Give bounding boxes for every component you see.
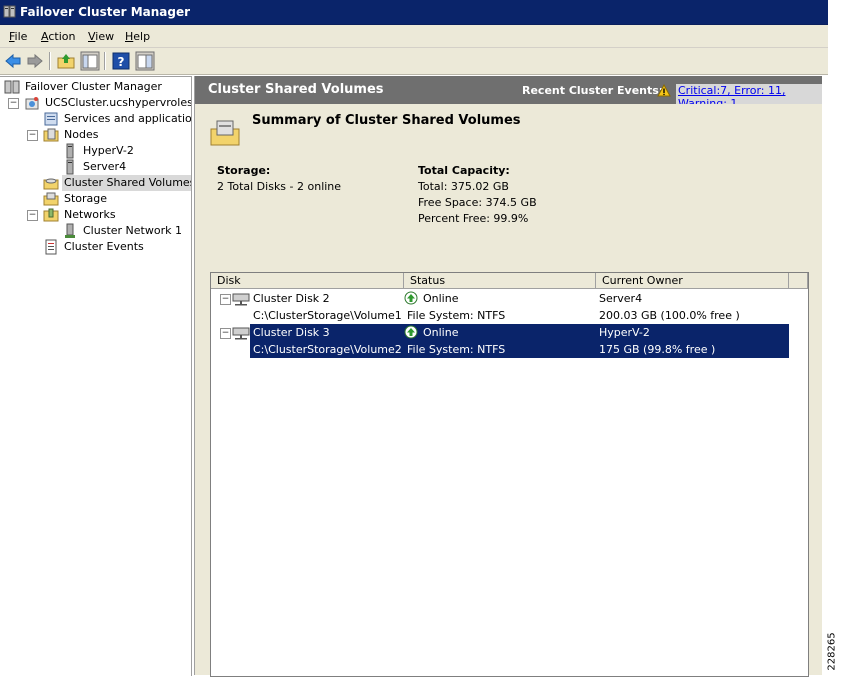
- disk-status: Online: [423, 326, 459, 339]
- column-header-owner[interactable]: Current Owner: [596, 273, 789, 289]
- table-row-selected[interactable]: Cluster Disk 3 Online HyperV-2: [211, 324, 808, 341]
- disk-name: Cluster Disk 2: [253, 292, 330, 305]
- column-header-filler: [789, 273, 808, 289]
- back-icon[interactable]: [3, 51, 23, 71]
- total-capacity: Total: 375.02 GB: [418, 180, 509, 193]
- tree-label: Cluster Network 1: [83, 224, 182, 237]
- tree-label: Networks: [64, 208, 116, 221]
- warning-icon: [657, 84, 671, 97]
- disk-list: Disk Status Current Owner − Cluster Disk…: [210, 272, 809, 677]
- column-header-disk[interactable]: Disk: [211, 273, 404, 289]
- storage-label: Storage:: [217, 164, 271, 177]
- storage-icon: [43, 192, 59, 206]
- capacity-label: Total Capacity:: [418, 164, 510, 177]
- tree-label: HyperV-2: [83, 144, 134, 157]
- network-icon: [65, 223, 75, 238]
- up-folder-icon[interactable]: [56, 51, 76, 71]
- menu-bar: File Action View Help: [0, 25, 828, 48]
- summary-title: Summary of Cluster Shared Volumes: [252, 113, 521, 128]
- table-row[interactable]: Cluster Disk 2 Online Server4: [211, 290, 808, 307]
- tree-label: Services and applications: [64, 112, 192, 125]
- cluster-manager-icon: [4, 80, 20, 94]
- disk-status: Online: [423, 292, 459, 305]
- console-tree: Failover Cluster Manager − UCSCluster.uc…: [0, 76, 192, 676]
- figure-number: 228265: [826, 632, 838, 671]
- tree-label: UCSCluster.ucshypervroles.cc: [45, 96, 191, 109]
- forward-icon[interactable]: [25, 51, 45, 71]
- disk-owner: HyperV-2: [599, 326, 650, 339]
- collapse-icon[interactable]: −: [27, 130, 38, 141]
- tree-label: Storage: [64, 192, 108, 205]
- collapse-icon[interactable]: −: [27, 210, 38, 221]
- online-icon: [404, 291, 418, 305]
- menu-help[interactable]: Help: [125, 30, 150, 43]
- page-title: Cluster Shared Volumes: [208, 82, 384, 97]
- volume-size: 175 GB (99.8% free ): [599, 343, 716, 356]
- collapse-icon[interactable]: −: [8, 98, 19, 109]
- services-icon: [44, 112, 58, 126]
- disk-name: Cluster Disk 3: [253, 326, 330, 339]
- recent-events-label: Recent Cluster Events:: [522, 84, 664, 97]
- server-icon: [66, 159, 74, 175]
- toolbar: ?: [0, 48, 828, 75]
- svg-text:?: ?: [118, 55, 125, 69]
- free-space: Free Space: 374.5 GB: [418, 196, 537, 209]
- menu-action[interactable]: Action: [41, 30, 75, 43]
- show-hide-action-pane-icon[interactable]: [135, 51, 155, 71]
- tree-label: Cluster Events: [64, 240, 144, 253]
- tree-label: Failover Cluster Manager: [25, 80, 162, 93]
- networks-icon: [43, 208, 59, 222]
- window-title: Failover Cluster Manager: [20, 5, 191, 19]
- storage-value: 2 Total Disks - 2 online: [217, 180, 342, 193]
- title-bar: Failover Cluster Manager: [0, 0, 828, 25]
- tree-label: Server4: [83, 160, 127, 173]
- server-icon: [66, 143, 74, 159]
- table-row-detail[interactable]: C:\ClusterStorage\Volume1 File System: N…: [211, 307, 808, 324]
- menu-file[interactable]: File: [9, 30, 27, 43]
- shared-volumes-icon: [43, 178, 59, 190]
- folder-icon: [43, 128, 59, 142]
- volume-path: C:\ClusterStorage\Volume2: [253, 343, 402, 356]
- cluster-icon: [25, 97, 39, 110]
- percent-free: Percent Free: 99.9%: [418, 212, 529, 225]
- file-system: File System: NTFS: [407, 309, 506, 322]
- events-icon: [45, 239, 57, 255]
- show-hide-tree-icon[interactable]: [80, 51, 100, 71]
- summary-section: Summary of Cluster Shared Volumes Storag…: [195, 104, 822, 274]
- table-row-detail-selected[interactable]: C:\ClusterStorage\Volume2 File System: N…: [211, 341, 808, 358]
- disk-owner: Server4: [599, 292, 643, 305]
- column-header-status[interactable]: Status: [404, 273, 596, 289]
- tree-label: Nodes: [64, 128, 99, 141]
- results-pane: Cluster Shared Volumes Recent Cluster Ev…: [194, 76, 822, 677]
- cluster-manager-icon: [3, 5, 16, 18]
- pane-header: Cluster Shared Volumes Recent Cluster Ev…: [195, 76, 822, 110]
- shared-volumes-icon: [210, 120, 240, 146]
- volume-path: C:\ClusterStorage\Volume1: [253, 309, 402, 322]
- menu-view[interactable]: View: [88, 30, 114, 43]
- help-icon[interactable]: ?: [111, 51, 131, 71]
- tree-label: Cluster Shared Volumes: [62, 175, 191, 191]
- online-icon: [404, 325, 418, 339]
- file-system: File System: NTFS: [407, 343, 506, 356]
- volume-size: 200.03 GB (100.0% free ): [599, 309, 740, 322]
